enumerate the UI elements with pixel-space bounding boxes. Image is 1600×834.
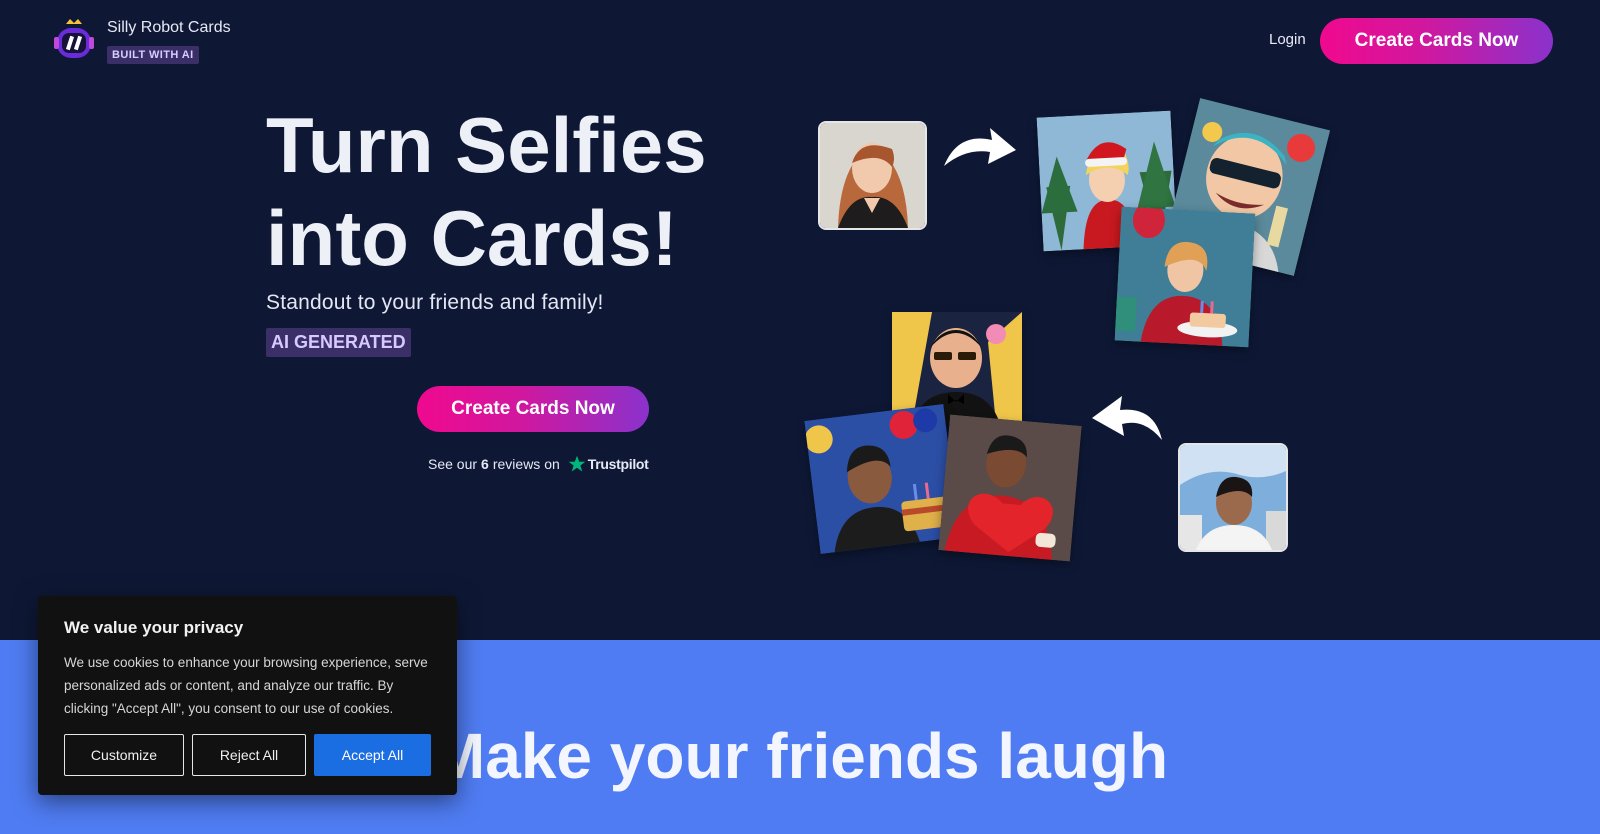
- login-link[interactable]: Login: [1269, 31, 1306, 48]
- customize-button[interactable]: Customize: [64, 734, 184, 776]
- cookie-consent-banner: We value your privacy We use cookies to …: [38, 596, 457, 795]
- curved-arrow-left-icon: [1092, 396, 1162, 440]
- hero-title-line-1: Turn Selfies: [266, 101, 707, 189]
- cookie-title: We value your privacy: [64, 618, 244, 637]
- card-birthday-man: [804, 403, 960, 555]
- curved-arrow-right-icon: [944, 128, 1016, 166]
- robot-logo-icon[interactable]: [53, 18, 95, 62]
- card-heart-man: [938, 414, 1082, 562]
- hero-title-line-2: into Cards!: [266, 194, 678, 282]
- trustpilot-logo[interactable]: Trustpilot: [568, 455, 649, 473]
- hero-create-cards-button[interactable]: Create Cards Now: [417, 386, 649, 432]
- reviews-prefix: See our: [428, 456, 478, 472]
- built-with-ai-badge: BUILT WITH AI: [107, 46, 199, 64]
- reviews-suffix: reviews on: [492, 456, 560, 472]
- hero-title: Turn Selfies into Cards!: [266, 99, 786, 285]
- trustpilot-label: Trustpilot: [587, 456, 649, 472]
- site-header: Silly Robot Cards BUILT WITH AI Login Cr…: [0, 0, 1600, 82]
- accept-all-button[interactable]: Accept All: [314, 734, 431, 776]
- page: Silly Robot Cards BUILT WITH AI Login Cr…: [0, 0, 1600, 834]
- hero-subtitle: Standout to your friends and family!: [266, 291, 604, 314]
- reviews-count: 6: [481, 456, 489, 472]
- brand-name[interactable]: Silly Robot Cards: [107, 19, 231, 37]
- trustpilot-reviews[interactable]: See our 6 reviews on Trustpilot: [428, 455, 649, 473]
- cookie-description: We use cookies to enhance your browsing …: [64, 655, 428, 716]
- ai-generated-tag: AI GENERATED: [266, 328, 411, 357]
- header-create-cards-button[interactable]: Create Cards Now: [1320, 18, 1553, 64]
- selfie-photo-man: [1178, 443, 1288, 552]
- reject-all-button[interactable]: Reject All: [192, 734, 306, 776]
- selfie-photo-woman: [818, 121, 927, 230]
- star-icon: [568, 455, 586, 472]
- card-birthday-woman: [1114, 206, 1256, 348]
